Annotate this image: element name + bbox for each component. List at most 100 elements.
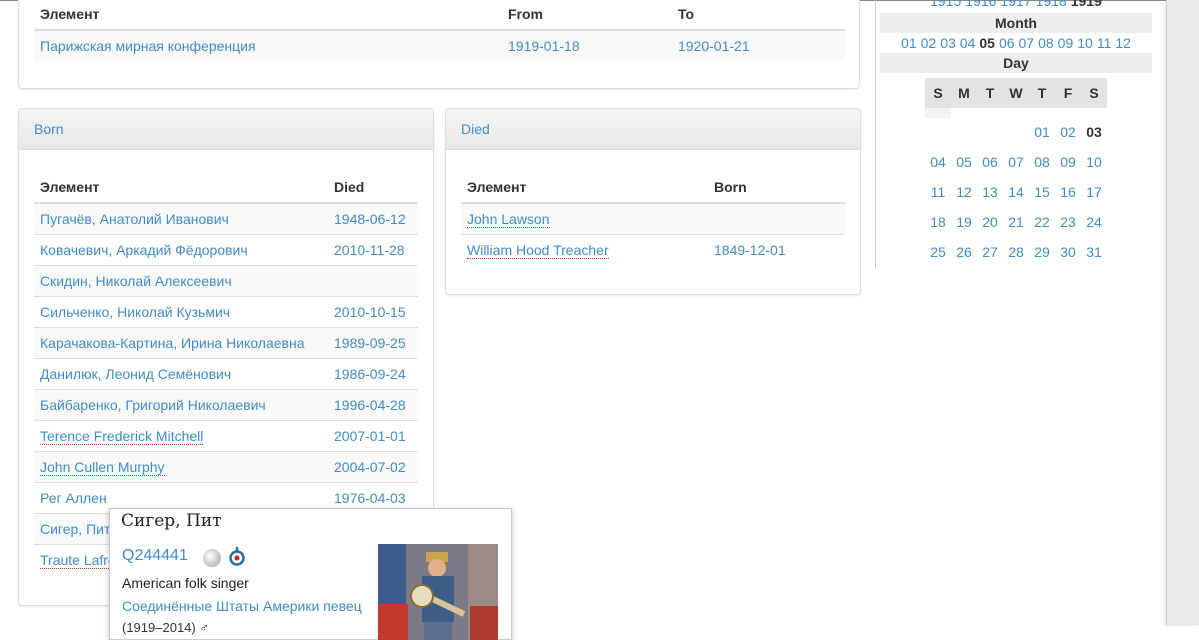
table-row: Terence Frederick Mitchell 2007-01-01 <box>34 420 418 452</box>
table-row: John Lawson <box>461 202 845 235</box>
person-link[interactable]: John Lawson <box>467 211 550 228</box>
popup-title: Сигер, Пит <box>121 511 222 531</box>
day-item[interactable]: 29 <box>1029 244 1055 260</box>
day-item[interactable]: 02 <box>1055 124 1081 140</box>
month-item[interactable]: 06 <box>999 33 1015 53</box>
weekday-label: W <box>1009 85 1023 101</box>
popup-lifespan: (1919–2014) ♂ <box>122 620 210 635</box>
day-item[interactable]: 06 <box>977 154 1003 170</box>
wikipedia-icon[interactable] <box>203 549 221 567</box>
day-item[interactable]: 15 <box>1029 184 1055 200</box>
born-panel-title: Born <box>19 109 433 150</box>
weekday-label: M <box>958 85 970 101</box>
day-item[interactable]: 19 <box>951 214 977 230</box>
event-link[interactable]: Парижская мирная конференция <box>40 38 256 54</box>
day-item[interactable]: 03 <box>1081 124 1107 140</box>
month-item[interactable]: 01 <box>901 33 917 53</box>
person-link[interactable]: John Cullen Murphy <box>40 459 165 476</box>
person-link[interactable]: Скидин, Николай Алексеевич <box>40 273 232 289</box>
day-item[interactable]: 10 <box>1081 154 1107 170</box>
day-item[interactable]: 18 <box>925 214 951 230</box>
day-item[interactable]: 17 <box>1081 184 1107 200</box>
day-item[interactable]: 22 <box>1029 214 1055 230</box>
month-item[interactable]: 12 <box>1115 33 1131 53</box>
month-item[interactable]: 04 <box>960 33 976 53</box>
month-item[interactable]: 05 <box>979 33 995 53</box>
day-item[interactable]: 05 <box>951 154 977 170</box>
day-item[interactable]: 13 <box>977 184 1003 200</box>
table-row: Сильченко, Николай Кузьмич 2010-10-15 <box>34 296 418 328</box>
date-link[interactable]: 2010-10-15 <box>334 304 406 320</box>
day-item[interactable]: 16 <box>1055 184 1081 200</box>
person-link[interactable]: Terence Frederick Mitchell <box>40 428 204 445</box>
date-link[interactable]: 2010-11-28 <box>334 242 405 258</box>
table-row: Ковачевич, Аркадий Фёдорович 2010-11-28 <box>34 234 418 266</box>
date-link[interactable]: 1996-04-28 <box>334 397 406 413</box>
person-link[interactable]: Сигер, Пит <box>40 521 110 537</box>
day-item[interactable]: 12 <box>951 184 977 200</box>
table-row: William Hood Treacher 1849-12-01 <box>461 234 845 265</box>
day-heading: Day <box>880 53 1152 73</box>
day-item[interactable]: 28 <box>1003 244 1029 260</box>
person-link[interactable]: Сильченко, Николай Кузьмич <box>40 304 230 320</box>
weekday-label: S <box>1089 85 1099 101</box>
day-item[interactable]: 26 <box>951 244 977 260</box>
died-table: Элемент Born John Lawson William Hood Tre… <box>461 165 845 265</box>
date-link[interactable]: 1989-09-25 <box>334 335 406 351</box>
month-item[interactable]: 10 <box>1077 33 1093 53</box>
year-list: 1915 1916 1917 1918 1919 <box>880 0 1152 11</box>
month-item[interactable]: 02 <box>921 33 937 53</box>
month-item[interactable]: 03 <box>940 33 956 53</box>
wikidata-id-link[interactable]: Q244441 <box>122 547 188 565</box>
year-item[interactable]: 1918 <box>1036 0 1067 11</box>
day-item[interactable]: 14 <box>1003 184 1029 200</box>
year-item[interactable]: 1919 <box>1071 0 1102 11</box>
date-link[interactable]: 1849-12-01 <box>714 242 786 258</box>
month-item[interactable]: 08 <box>1038 33 1054 53</box>
day-item[interactable]: 20 <box>977 214 1003 230</box>
entity-preview-popup: Сигер, Пит Q244441 American folk singer … <box>109 508 512 640</box>
day-item[interactable]: 24 <box>1081 214 1107 230</box>
day-item[interactable]: 30 <box>1055 244 1081 260</box>
day-item[interactable]: 25 <box>925 244 951 260</box>
month-item[interactable]: 11 <box>1097 33 1112 53</box>
to-date-link[interactable]: 1920-01-21 <box>678 38 750 54</box>
table-row: Скидин, Николай Алексеевич <box>34 265 418 297</box>
person-link[interactable]: Байбаренко, Григорий Николаевич <box>40 397 266 413</box>
day-item[interactable]: 08 <box>1029 154 1055 170</box>
day-item[interactable]: 07 <box>1003 154 1029 170</box>
calendar-blank-cell <box>925 108 951 118</box>
from-date-link[interactable]: 1919-01-18 <box>508 38 580 54</box>
person-link[interactable]: Ковачевич, Аркадий Фёдорович <box>40 242 248 258</box>
table-row: Пугачёв, Анатолий Иванович 1948-06-12 <box>34 202 418 235</box>
person-link[interactable]: Карачакова-Картина, Ирина Николаевна <box>40 335 305 351</box>
person-link[interactable]: Данилюк, Леонид Семёнович <box>40 366 231 382</box>
died-header-row: Элемент Born <box>461 165 845 204</box>
day-item[interactable]: 31 <box>1081 244 1107 260</box>
date-link[interactable]: 2004-07-02 <box>334 459 406 475</box>
person-link[interactable]: William Hood Treacher <box>467 242 609 259</box>
month-item[interactable]: 07 <box>1019 33 1035 53</box>
year-item[interactable]: 1916 <box>965 0 996 11</box>
popup-description-ru[interactable]: Соединённые Штаты Америки певец <box>122 598 362 614</box>
year-item[interactable]: 1915 <box>930 0 961 11</box>
day-item[interactable]: 01 <box>1029 124 1055 140</box>
wikimedia-commons-icon[interactable] <box>227 546 247 566</box>
day-item[interactable]: 21 <box>1003 214 1029 230</box>
date-link[interactable]: 1948-06-12 <box>334 211 406 227</box>
day-item[interactable]: 27 <box>977 244 1003 260</box>
year-item[interactable]: 1917 <box>1000 0 1031 11</box>
person-link[interactable]: Пугачёв, Анатолий Иванович <box>40 211 229 227</box>
date-link[interactable]: 2007-01-01 <box>334 428 406 444</box>
table-row: Парижская мирная конференция 1919-01-18 … <box>34 29 845 61</box>
day-item[interactable]: 23 <box>1055 214 1081 230</box>
month-item[interactable]: 09 <box>1058 33 1074 53</box>
person-link[interactable]: Рег Аллен <box>40 490 107 506</box>
day-item[interactable]: 09 <box>1055 154 1081 170</box>
date-link[interactable]: 1976-04-03 <box>334 490 406 506</box>
col-element: Элемент <box>461 165 708 204</box>
date-link[interactable]: 1986-09-24 <box>334 366 406 382</box>
day-item[interactable]: 11 <box>925 184 951 200</box>
day-item[interactable]: 04 <box>925 154 951 170</box>
person-photo <box>378 544 498 640</box>
